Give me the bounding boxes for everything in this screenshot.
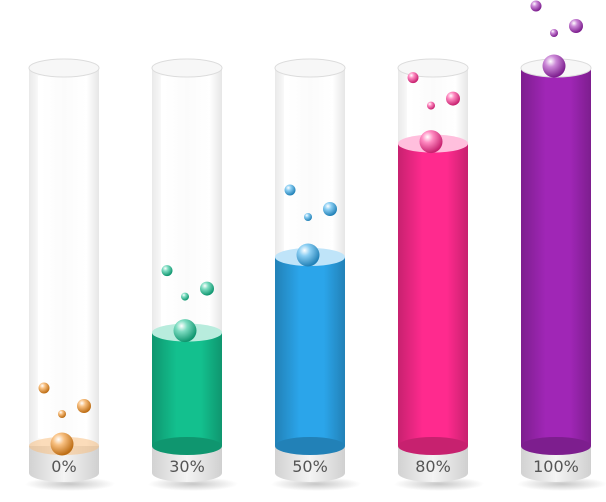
- bar-50%: [275, 257, 345, 446]
- bubble-small: [284, 184, 296, 196]
- glass-rim: [274, 58, 346, 78]
- bubble-small: [550, 29, 558, 37]
- bubble-large: [50, 432, 74, 456]
- bubble-large: [296, 243, 320, 267]
- tick-label: 0%: [51, 457, 76, 476]
- glass-rim: [397, 58, 469, 78]
- bar-80%: [398, 143, 468, 446]
- bubble-small: [161, 265, 173, 277]
- tick-label: 80%: [415, 457, 451, 476]
- tube-0%: 0%: [25, 58, 115, 491]
- bar-bottom-cap: [152, 437, 222, 455]
- tube-80%: 80%: [394, 58, 484, 491]
- bar-bottom-cap: [398, 437, 468, 455]
- bubble-large: [419, 130, 443, 154]
- bubble-small: [58, 410, 66, 418]
- bar-30%: [152, 332, 222, 446]
- tube-100%: 100%: [517, 0, 606, 491]
- tube-30%: 30%: [148, 58, 238, 491]
- bubble-small: [427, 101, 435, 110]
- bubble-large: [542, 54, 566, 78]
- bar-bottom-cap: [275, 437, 345, 455]
- bubble-small: [200, 281, 214, 296]
- tick-label: 100%: [533, 457, 579, 476]
- bubble-small: [407, 72, 419, 84]
- tick-label: 30%: [169, 457, 205, 476]
- bubble-small: [304, 213, 312, 221]
- bubble-small: [530, 0, 542, 12]
- tube-chart: 0% 30% 50% 80% 100%: [25, 0, 606, 491]
- bar-bottom-cap: [521, 437, 591, 455]
- bubble-large: [173, 319, 197, 343]
- bubble-small: [77, 399, 91, 413]
- bubble-small: [181, 292, 189, 301]
- glass-rim: [28, 58, 100, 78]
- bubble-small: [323, 202, 337, 216]
- bubble-small: [38, 382, 50, 394]
- tube-50%: 50%: [271, 58, 361, 491]
- bar-100%: [521, 68, 591, 446]
- glass-rim: [151, 58, 223, 78]
- bubble-small: [569, 19, 583, 33]
- tick-label: 50%: [292, 457, 328, 476]
- bubble-small: [446, 91, 460, 106]
